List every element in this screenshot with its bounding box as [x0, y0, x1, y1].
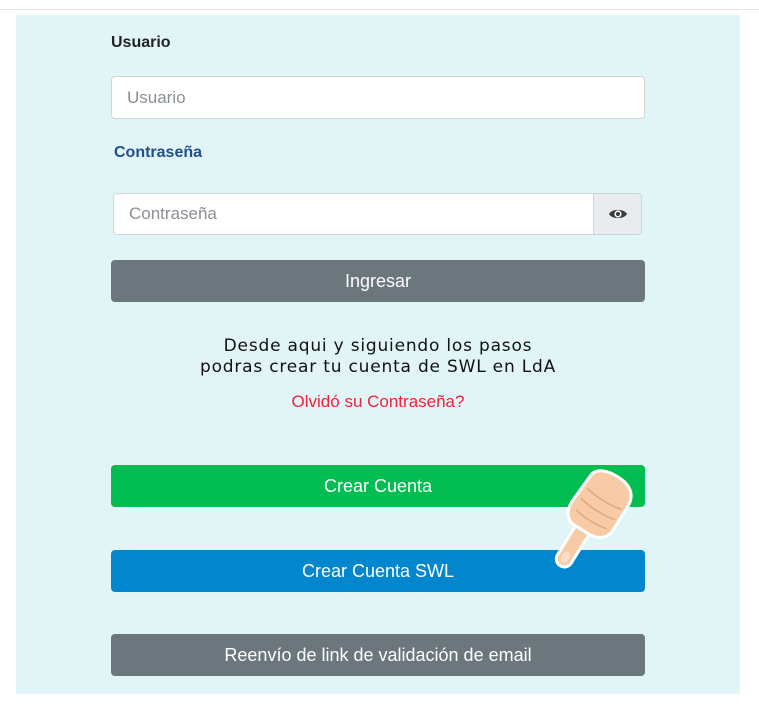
create-account-description: Desde aqui y siguiendo los pasos podras …	[111, 336, 645, 378]
username-input[interactable]	[111, 76, 645, 119]
login-button[interactable]: Ingresar	[111, 260, 645, 302]
eye-icon	[608, 209, 627, 219]
description-line-1: Desde aqui y siguiendo los pasos	[223, 336, 533, 356]
password-input[interactable]	[113, 193, 594, 235]
resend-validation-email-button[interactable]: Reenvío de link de validación de email	[111, 634, 645, 676]
username-label: Usuario	[111, 34, 171, 51]
pointing-hand-icon	[554, 469, 633, 569]
password-label: Contraseña	[114, 144, 203, 161]
toggle-password-visibility-button[interactable]	[593, 193, 642, 235]
forgot-password-link[interactable]: Olvidó su Contraseña?	[111, 392, 645, 412]
description-line-2: podras crear tu cuenta de SWL en LdA	[199, 357, 557, 377]
top-divider	[0, 9, 759, 10]
